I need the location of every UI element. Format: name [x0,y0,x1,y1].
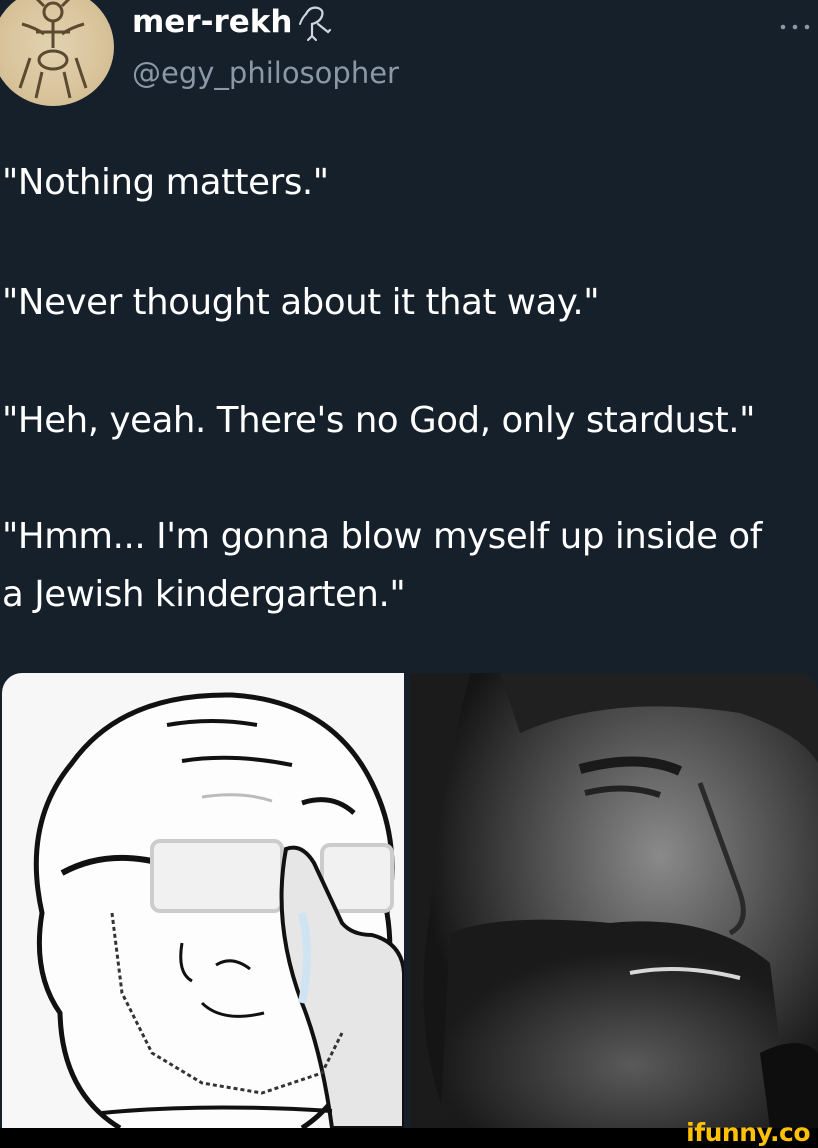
tweet-text-line-3: "Heh, yeah. There's no God, only stardus… [2,400,756,441]
ibis-icon [299,6,332,42]
crying-wojak-icon [33,692,404,1128]
smirking-man-photo-icon [410,673,818,1128]
tweet-text-line-5: a Jewish kindergarten." [2,574,406,615]
avatar-figure-icon [18,0,88,99]
tweet-text-line-1: "Nothing matters." [2,162,329,203]
smirking-man-panel [410,673,818,1128]
tweet-card: mer-rekh @egy_philosopher "Nothing matte… [0,0,818,1128]
crying-wojak-panel [2,673,404,1128]
more-horizontal-icon[interactable] [778,22,812,32]
watermark-bar: ifunny.co [0,1118,818,1148]
ifunny-watermark[interactable]: ifunny.co [686,1118,810,1147]
author-display-name[interactable]: mer-rekh [132,4,292,40]
tweet-media-image[interactable] [0,673,818,1128]
tweet-text-line-2: "Never thought about it that way." [2,282,600,323]
tweet-text-line-4: "Hmm... I'm gonna blow myself up inside … [2,516,762,557]
author-handle[interactable]: @egy_philosopher [132,56,399,90]
avatar[interactable] [0,0,114,106]
